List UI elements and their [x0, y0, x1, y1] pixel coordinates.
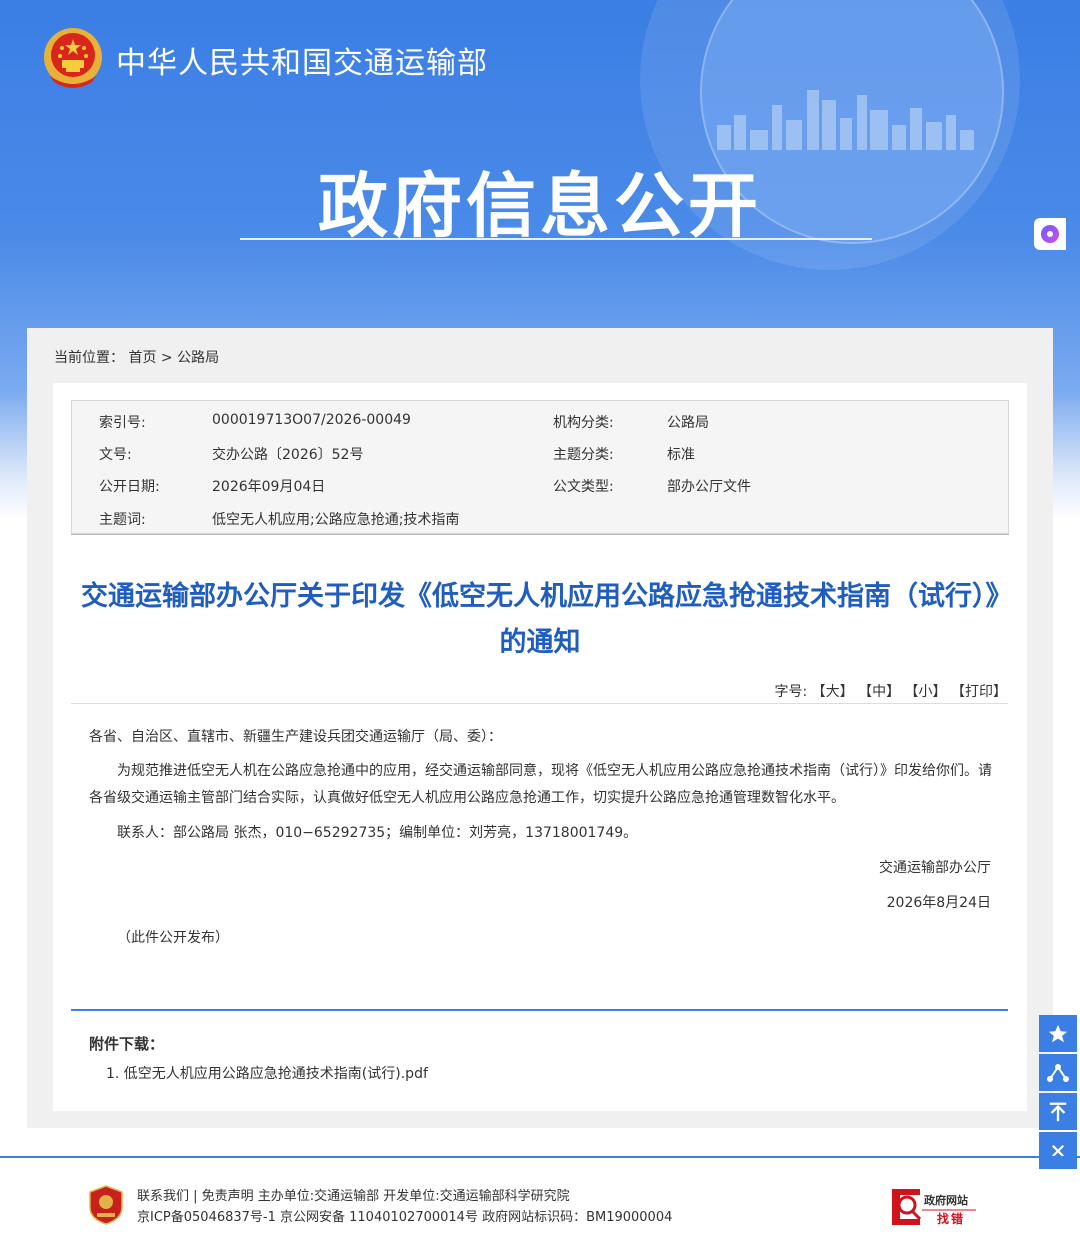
keywords-label: 主题词: [99, 512, 146, 528]
article-title: 交通运输部办公厅关于印发《低空无人机应用公路应急抢通技术指南（试行）》的通知 [81, 581, 999, 658]
docno-value: 交办公路〔2026〕52号 [212, 447, 364, 463]
report-title[interactable]: 政府网站 [924, 1192, 968, 1208]
attachment-divider [71, 1009, 1008, 1011]
breadcrumb: 当前位置： 首页 > 公路局 [54, 347, 219, 367]
issuer: 交通运输部办公厅 [879, 860, 991, 876]
salutation: 各省、自治区、直辖市、新疆生产建设兵团交通运输厅（局、委）： [89, 729, 502, 745]
breadcrumb-home-link[interactable]: 首页 [128, 350, 156, 366]
star-icon [1048, 1024, 1068, 1042]
party-government-badge-icon[interactable] [89, 1185, 123, 1225]
type-label: 公文类型: [553, 479, 614, 495]
metadata-row: 索引号: 000019713O07/2026-00049 机构分类: 公路局 [72, 403, 1008, 435]
national-emblem-icon [44, 28, 102, 88]
index-label: 索引号: [99, 415, 146, 431]
banner-title: 政府信息公开 [318, 164, 762, 247]
report-action[interactable]: 找错 [937, 1210, 965, 1227]
footer-registration[interactable]: 京ICP备05046837号-1 京公网安备 11040102700014号 政… [137, 1206, 672, 1225]
breadcrumb-current-link[interactable]: 公路局 [177, 350, 219, 366]
org-value: 公路局 [667, 415, 709, 431]
issue-date: 2026年8月24日 [886, 895, 991, 911]
type-value: 部办公厅文件 [667, 479, 751, 495]
metadata-row: 文号: 交办公路〔2026〕52号 主题分类: 标准 [72, 435, 1008, 467]
font-size-toolbar: 字号: 【大】 【中】 【小】 【打印】 [774, 681, 1007, 701]
topic-value: 标准 [667, 447, 695, 463]
share-button[interactable] [1039, 1054, 1077, 1091]
metadata-row: 主题词: 低空无人机应用;公路应急抢通;技术指南 [72, 500, 1008, 532]
ai-assistant-icon [1041, 225, 1059, 243]
ministry-name[interactable]: 中华人民共和国交通运输部 [116, 38, 488, 82]
contact-info: 联系人：部公路局 张杰，010−65292735；编制单位：刘芳亮，137180… [117, 825, 638, 841]
docno-label: 文号: [99, 447, 132, 463]
body-paragraph: 为规范推进低空无人机在公路应急抢通中的应用，经交通运输部同意，现将《低空无人机应… [89, 763, 992, 806]
font-small-button[interactable]: 【小】 [905, 684, 947, 700]
close-toolbar-button[interactable] [1039, 1132, 1077, 1169]
back-to-top-icon [1049, 1102, 1067, 1121]
font-size-label: 字号: [774, 684, 808, 700]
city-skyline-icon [717, 90, 974, 150]
divider [71, 703, 1008, 704]
back-to-top-button[interactable] [1039, 1093, 1077, 1130]
publication-note: （此件公开发布） [117, 930, 229, 946]
font-medium-button[interactable]: 【中】 [858, 684, 900, 700]
favorite-button[interactable] [1039, 1015, 1077, 1052]
attachments-title: 附件下载： [89, 1035, 165, 1053]
breadcrumb-prefix: 当前位置： [54, 350, 124, 366]
ai-assistant-button[interactable] [1034, 218, 1066, 250]
date-label: 公开日期: [99, 479, 160, 495]
index-value: 000019713O07/2026-00049 [212, 412, 411, 428]
document-metadata-table: 索引号: 000019713O07/2026-00049 机构分类: 公路局 文… [71, 400, 1009, 534]
attachment-link[interactable]: 1. 低空无人机应用公路应急抢通技术指南(试行).pdf [106, 1063, 428, 1083]
metadata-row: 公开日期: 2026年09月04日 公文类型: 部办公厅文件 [72, 467, 1008, 499]
banner-divider [240, 238, 872, 240]
keywords-value: 低空无人机应用;公路应急抢通;技术指南 [212, 512, 460, 528]
breadcrumb-separator: > [160, 350, 173, 366]
footer-divider [0, 1156, 1080, 1158]
org-label: 机构分类: [553, 415, 614, 431]
font-large-button[interactable]: 【大】 [812, 684, 854, 700]
footer-links[interactable]: 联系我们 | 免责声明 主办单位:交通运输部 开发单位:交通运输部科学研究院 [137, 1185, 570, 1204]
print-button[interactable]: 【打印】 [951, 684, 1007, 700]
date-value: 2026年09月04日 [212, 479, 326, 495]
share-icon [1047, 1063, 1069, 1082]
topic-label: 主题分类: [553, 447, 614, 463]
